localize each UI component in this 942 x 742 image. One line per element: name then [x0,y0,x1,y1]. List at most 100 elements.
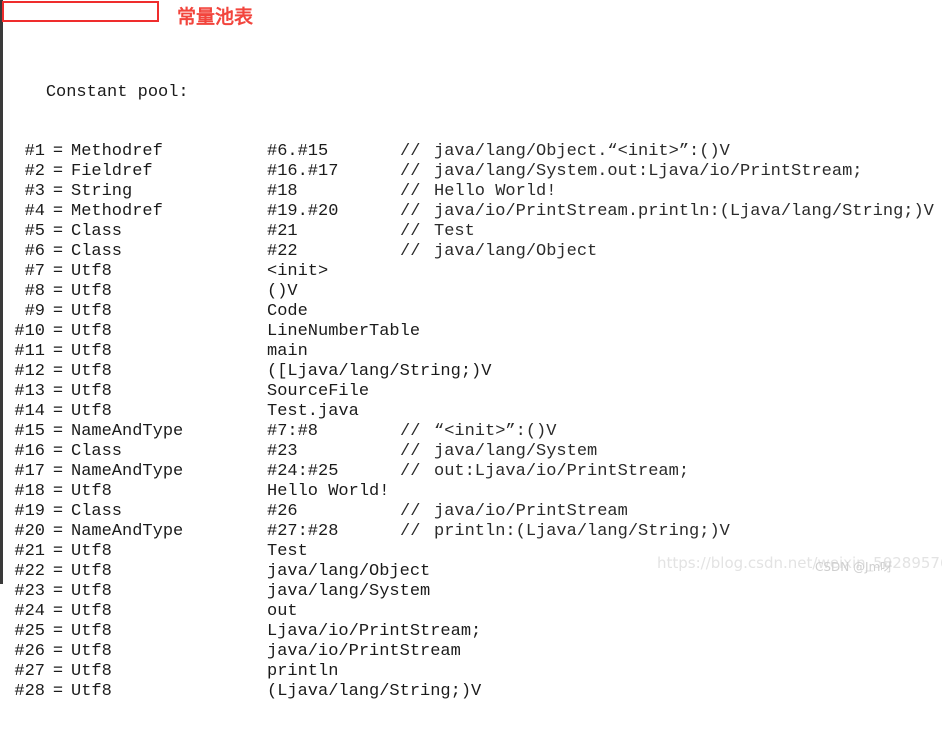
entry-equals-sign: = [52,262,64,281]
entry-tag-kind: Utf8 [71,402,112,421]
entry-index: #15 [14,422,45,441]
constant-pool-entry-row: #6 = Class #22 // java/lang/Object [0,242,942,262]
entry-value: Test [267,542,308,561]
entry-tag-kind: Utf8 [71,262,112,281]
entry-index-cell: #12 = Utf8 [5,362,267,382]
entry-value: #21 [267,222,298,241]
entry-index: #24 [14,602,45,621]
entry-value: (Ljava/lang/String;)V [267,682,482,701]
entry-index: #2 [24,162,45,181]
entry-comment [400,402,434,422]
entry-index: #13 [14,382,45,401]
constant-pool-entry-row: #19 = Class #26 // java/io/PrintStream [0,502,942,522]
entry-index-cell: #8 = Utf8 [5,282,267,302]
entry-value: Hello World! [267,482,390,501]
entry-comment: // java/io/PrintStream.println:(Ljava/lan… [400,202,934,222]
entry-index: #25 [14,622,45,641]
comment-marker: // [400,202,421,221]
entry-equals-sign: = [52,682,64,701]
entry-equals-sign: = [52,522,64,541]
entry-equals-sign: = [52,562,64,581]
constant-pool-entry-row: #2 = Fieldref #16.#17 // java/lang/System.out… [0,162,942,182]
entry-index: #12 [14,362,45,381]
entry-tag-kind: String [71,182,133,201]
entry-equals-sign: = [52,162,64,181]
entry-tag-kind: Utf8 [71,282,112,301]
constant-pool-entry-row: #25 = Utf8 Ljava/io/PrintStream; [0,622,942,642]
entry-index-cell: #26 = Utf8 [5,642,267,662]
entry-value: #19.#20 [267,202,339,221]
entry-equals-sign: = [52,302,64,321]
entry-tag-kind: Methodref [71,142,163,161]
entry-comment: // out:Ljava/io/PrintStream; [400,462,689,482]
entry-equals-sign: = [52,182,64,201]
entry-tag-kind: NameAndType [71,462,184,481]
entry-index-cell: #7 = Utf8 [5,262,267,282]
entry-comment [400,382,434,402]
entry-value: #16.#17 [267,162,339,181]
entry-tag-kind: Utf8 [71,602,112,621]
entry-equals-sign: = [52,242,64,261]
entry-equals-sign: = [52,322,64,341]
entry-tag-kind: Utf8 [71,342,112,361]
entry-equals-sign: = [52,142,64,161]
comment-marker: // [400,522,421,541]
entry-value: #6.#15 [267,142,329,161]
entry-equals-sign: = [52,442,64,461]
entry-comment: // java/lang/Object.“<init>”:()V [400,142,730,162]
entry-value: #26 [267,502,298,521]
entry-tag-kind: Class [71,502,123,521]
entry-index: #3 [24,182,45,201]
entry-value: ([Ljava/lang/String;)V [267,362,492,381]
entry-value: <init> [267,262,329,281]
entry-index: #4 [24,202,45,221]
entry-comment [400,362,434,382]
comment-text: out:Ljava/io/PrintStream; [434,462,690,481]
entry-tag-kind: NameAndType [71,422,184,441]
constant-pool-entry-row: #4 = Methodref #19.#20 // java/io/PrintStream… [0,202,942,222]
comment-marker: // [400,142,421,161]
entry-equals-sign: = [52,342,64,361]
entry-comment [400,622,434,642]
entry-index-cell: #2 = Fieldref [5,162,267,182]
entry-tag-kind: NameAndType [71,522,184,541]
entry-index: #20 [14,522,45,541]
entry-comment [400,582,434,602]
entry-index: #26 [14,642,45,661]
entry-comment [400,342,434,362]
entry-index-cell: #9 = Utf8 [5,302,267,322]
constant-pool-entry-row: #7 = Utf8 <init> [0,262,942,282]
constant-pool-entry-row: #1 = Methodref #6.#15 // java/lang/Object.“<i… [0,142,942,162]
entry-tag-kind: Utf8 [71,622,112,641]
javap-console-output: Constant pool: #1 = Methodref #6.#15 // java/… [0,0,942,701]
comment-marker: // [400,442,421,461]
entry-tag-kind: Class [71,222,123,241]
entry-index: #27 [14,662,45,681]
entry-tag-kind: Utf8 [71,682,112,701]
entry-index-cell: #3 = String [5,182,267,202]
entry-value: out [267,602,298,621]
entry-index: #5 [24,222,45,241]
entry-index-cell: #17 = NameAndType [5,462,267,482]
entry-comment: // Hello World! [400,182,556,202]
entry-comment: // java/lang/System.out:Ljava/io/PrintStr… [400,162,862,182]
comment-text: println:(Ljava/lang/String;)V [434,522,730,541]
constant-pool-entry-row: #26 = Utf8 java/io/PrintStream [0,642,942,662]
entry-value: main [267,342,308,361]
entry-tag-kind: Utf8 [71,362,112,381]
entry-index: #21 [14,542,45,561]
constant-pool-entry-row: #16 = Class #23 // java/lang/System [0,442,942,462]
entry-index-cell: #15 = NameAndType [5,422,267,442]
constant-pool-entry-row: #10 = Utf8 LineNumberTable [0,322,942,342]
entry-index: #1 [24,142,45,161]
entry-comment: // java/lang/Object [400,242,597,262]
entry-tag-kind: Utf8 [71,582,112,601]
comment-text: Test [434,222,475,241]
constant-pool-entry-row: #28 = Utf8 (Ljava/lang/String;)V [0,682,942,702]
entry-equals-sign: = [52,642,64,661]
entry-index-cell: #24 = Utf8 [5,602,267,622]
constant-pool-entry-row: #11 = Utf8 main [0,342,942,362]
entry-tag-kind: Utf8 [71,322,112,341]
entry-value: #22 [267,242,298,261]
entry-index-cell: #13 = Utf8 [5,382,267,402]
